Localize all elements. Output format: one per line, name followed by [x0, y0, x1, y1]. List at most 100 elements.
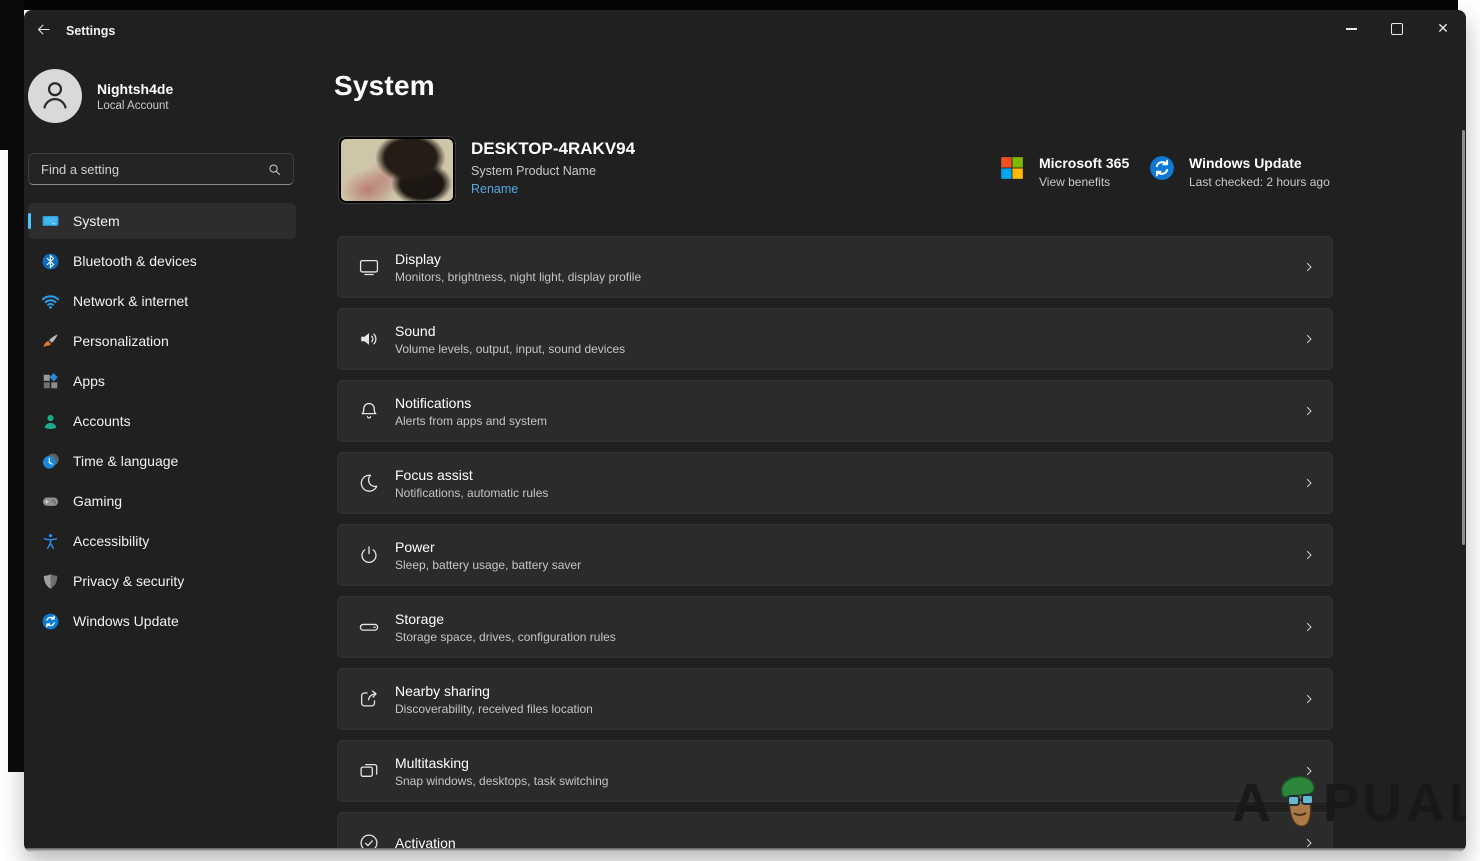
row-text: Notifications Alerts from apps and system: [395, 395, 547, 428]
row-title: Multitasking: [395, 755, 608, 771]
display-icon: [358, 256, 380, 278]
windows-update-icon: [1149, 155, 1175, 181]
sidebar-item-network-internet[interactable]: Network & internet: [28, 283, 296, 319]
row-title: Power: [395, 539, 581, 555]
accounts-icon: [41, 412, 60, 431]
settings-row-power[interactable]: PowerSleep, battery usage, battery saver: [337, 524, 1333, 586]
apps-icon: [41, 372, 60, 391]
activation-icon: [358, 832, 380, 852]
row-title: Storage: [395, 611, 616, 627]
windows-update-text: Windows Update Last checked: 2 hours ago: [1189, 155, 1330, 189]
settings-row-display[interactable]: Display Monitors, brightness, night light…: [337, 236, 1333, 298]
sidebar-item-system[interactable]: System: [28, 203, 296, 239]
windows-update-card[interactable]: Windows Update Last checked: 2 hours ago: [1149, 155, 1330, 189]
chevron-right-icon: [1302, 692, 1316, 706]
microsoft-logo-icon: [999, 155, 1025, 181]
sidebar-item-windows-update[interactable]: Windows Update: [28, 603, 296, 639]
row-description: Alerts from apps and system: [395, 414, 547, 428]
search-box: [28, 153, 294, 185]
time-language-icon: [41, 452, 60, 471]
row-text: Display Monitors, brightness, night light…: [395, 251, 641, 284]
sidebar-item-label: Network & internet: [73, 293, 188, 309]
sidebar-item-label: Windows Update: [73, 613, 179, 629]
sound-icon: [358, 328, 380, 350]
close-icon: ✕: [1437, 22, 1449, 36]
row-description: Notifications, automatic rules: [395, 486, 548, 500]
row-text: SoundVolume levels, output, input, sound…: [395, 323, 625, 356]
settings-row-multitasking[interactable]: MultitaskingSnap windows, desktops, task…: [337, 740, 1333, 802]
settings-row-activation[interactable]: Activation: [337, 812, 1333, 852]
rename-link[interactable]: Rename: [471, 182, 518, 196]
page-title: System: [334, 70, 435, 102]
settings-window: Settings ✕ Nightsh4de Local Account Syst…: [24, 10, 1466, 852]
microsoft-365-title: Microsoft 365: [1039, 155, 1129, 171]
sidebar-item-apps[interactable]: Apps: [28, 363, 296, 399]
person-icon: [38, 77, 72, 116]
chevron-right-icon: [1302, 836, 1316, 850]
sidebar-item-personalization[interactable]: Personalization: [28, 323, 296, 359]
personalization-icon: [41, 332, 60, 351]
network-icon: [41, 292, 60, 311]
view-benefits-link[interactable]: View benefits: [1039, 175, 1129, 189]
settings-row-storage[interactable]: Storage Storage space, drives, configurat…: [337, 596, 1333, 658]
windows-update-status: Last checked: 2 hours ago: [1189, 175, 1330, 189]
sidebar-item-accounts[interactable]: Accounts: [28, 403, 296, 439]
sidebar-item-label: Accessibility: [73, 533, 149, 549]
focus-assist-icon: [358, 472, 380, 494]
privacy-security-icon: [41, 572, 60, 591]
row-description: Volume levels, output, input, sound devi…: [395, 342, 625, 356]
row-description: Monitors, brightness, night light, displ…: [395, 270, 641, 284]
nearby-sharing-icon: [358, 688, 380, 710]
sidebar-item-label: Personalization: [73, 333, 169, 349]
backdrop-top-strip: [0, 0, 1458, 10]
sidebar-item-gaming[interactable]: Gaming: [28, 483, 296, 519]
sidebar: Nightsh4de Local Account System Bluetooth…: [28, 10, 300, 852]
settings-row-focus-assist[interactable]: Focus assist Notifications, automatic rul…: [337, 452, 1333, 514]
device-product-name: System Product Name: [471, 164, 635, 178]
row-text: PowerSleep, battery usage, battery saver: [395, 539, 581, 572]
watermark-text-suffix: PUALS: [1323, 772, 1466, 834]
sidebar-item-accessibility[interactable]: Accessibility: [28, 523, 296, 559]
device-name: DESKTOP-4RAKV94: [471, 139, 635, 159]
row-description: Discoverability, received files location: [395, 702, 593, 716]
minimize-button[interactable]: [1328, 10, 1374, 48]
close-button[interactable]: ✕: [1420, 10, 1466, 48]
search-icon: [267, 162, 282, 177]
settings-row-sound[interactable]: SoundVolume levels, output, input, sound…: [337, 308, 1333, 370]
sidebar-item-label: Bluetooth & devices: [73, 253, 197, 269]
windows-update-title: Windows Update: [1189, 155, 1330, 171]
vertical-scrollbar[interactable]: [1462, 130, 1465, 545]
sidebar-item-time-language[interactable]: Time & language: [28, 443, 296, 479]
sidebar-item-bluetooth-devices[interactable]: Bluetooth & devices: [28, 243, 296, 279]
system-icon: [41, 212, 60, 231]
settings-row-notifications[interactable]: Notifications Alerts from apps and system: [337, 380, 1333, 442]
row-title: Focus assist: [395, 467, 548, 483]
maximize-icon: [1391, 23, 1403, 35]
chevron-right-icon: [1302, 332, 1316, 346]
settings-row-nearby-sharing[interactable]: Nearby sharingDiscoverability, received …: [337, 668, 1333, 730]
row-text: Focus assist Notifications, automatic rul…: [395, 467, 548, 500]
notifications-icon: [358, 400, 380, 422]
chevron-right-icon: [1302, 476, 1316, 490]
sidebar-item-privacy-security[interactable]: Privacy & security: [28, 563, 296, 599]
user-profile[interactable]: Nightsh4de Local Account: [28, 68, 296, 124]
sidebar-item-label: Gaming: [73, 493, 122, 509]
row-text: Storage Storage space, drives, configurat…: [395, 611, 616, 644]
search-input[interactable]: [29, 162, 267, 177]
chevron-right-icon: [1302, 404, 1316, 418]
multitasking-icon: [358, 760, 380, 782]
backdrop-corner: [0, 0, 24, 150]
row-title: Notifications: [395, 395, 547, 411]
sidebar-item-label: Time & language: [73, 453, 178, 469]
settings-row-list: Display Monitors, brightness, night light…: [337, 236, 1333, 852]
row-title: Display: [395, 251, 641, 267]
microsoft-365-card[interactable]: Microsoft 365 View benefits: [999, 155, 1129, 189]
row-description: Storage space, drives, configuration rul…: [395, 630, 616, 644]
user-name: Nightsh4de: [97, 81, 173, 97]
row-text: Activation: [395, 835, 456, 851]
maximize-button[interactable]: [1374, 10, 1420, 48]
row-text: MultitaskingSnap windows, desktops, task…: [395, 755, 608, 788]
storage-icon: [358, 616, 380, 638]
device-info: DESKTOP-4RAKV94 System Product Name Rena…: [471, 139, 635, 196]
row-title: Activation: [395, 835, 456, 851]
